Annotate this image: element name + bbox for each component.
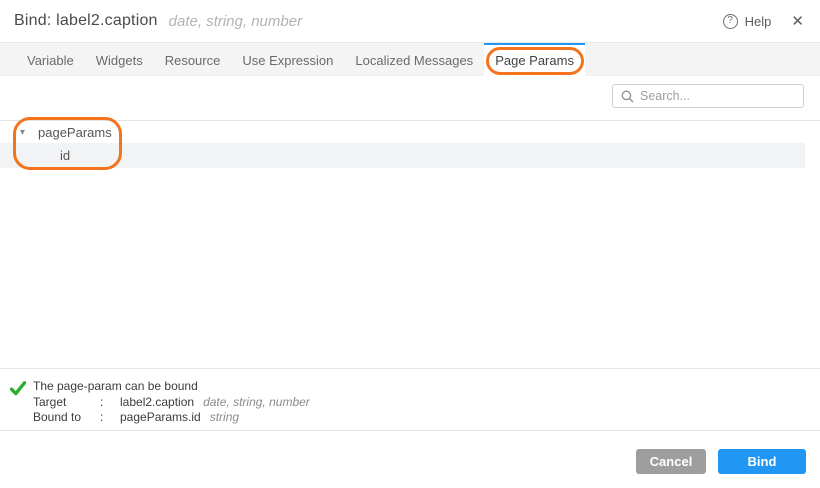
dialog-footer: Cancel Bind xyxy=(0,430,820,488)
tree-node-label: id xyxy=(60,148,70,163)
tree-node-pageparams[interactable]: ▾ pageParams xyxy=(0,121,820,143)
search-icon xyxy=(621,90,634,103)
tab-label: Page Params xyxy=(495,53,574,68)
tab-label: Variable xyxy=(27,53,74,68)
dialog-title: Bind: label2.caption xyxy=(14,12,158,30)
colon: : xyxy=(100,395,120,411)
binding-status-message: The page-param can be bound xyxy=(33,379,310,395)
help-question-icon: ? xyxy=(723,14,738,29)
success-check-icon xyxy=(10,381,33,401)
binding-target-row: Target : label2.caption date, string, nu… xyxy=(33,395,310,411)
cancel-button[interactable]: Cancel xyxy=(636,449,706,474)
target-value: label2.caption xyxy=(120,395,194,411)
bound-to-row: Bound to : pageParams.id string xyxy=(33,410,310,426)
tree-node-id[interactable]: id xyxy=(0,143,805,168)
tab-resource[interactable]: Resource xyxy=(154,43,232,75)
tab-label: Use Expression xyxy=(242,53,333,68)
colon: : xyxy=(100,410,120,426)
bind-dialog: Bind: label2.caption date, string, numbe… xyxy=(0,0,820,488)
bound-to-value: pageParams.id xyxy=(120,410,201,426)
tab-label: Widgets xyxy=(96,53,143,68)
bind-button[interactable]: Bind xyxy=(718,449,806,474)
close-icon[interactable]: ✕ xyxy=(789,12,806,30)
dialog-header: Bind: label2.caption date, string, numbe… xyxy=(0,0,820,43)
caret-down-icon[interactable]: ▾ xyxy=(20,127,38,138)
tab-label: Resource xyxy=(165,53,221,68)
header-actions: ? Help ✕ xyxy=(723,12,806,30)
dialog-subtitle: date, string, number xyxy=(169,13,302,30)
help-label: Help xyxy=(745,14,772,29)
bound-to-label: Bound to xyxy=(33,410,100,426)
target-label: Target xyxy=(33,395,100,411)
binding-info: The page-param can be bound Target : lab… xyxy=(0,368,820,430)
tab-label: Localized Messages xyxy=(355,53,473,68)
tab-variable[interactable]: Variable xyxy=(16,43,85,75)
tab-localized-messages[interactable]: Localized Messages xyxy=(344,43,484,75)
tab-bar: Variable Widgets Resource Use Expression… xyxy=(0,43,820,76)
tab-page-params[interactable]: Page Params xyxy=(484,43,585,76)
search-box xyxy=(612,84,804,108)
tab-widgets[interactable]: Widgets xyxy=(85,43,154,75)
tree-node-label: pageParams xyxy=(38,125,112,140)
bound-to-type: string xyxy=(201,410,310,426)
help-button[interactable]: ? Help xyxy=(723,14,772,29)
page-params-tree: ▾ pageParams id xyxy=(0,120,820,168)
target-type: date, string, number xyxy=(194,395,310,411)
binding-info-lines: The page-param can be bound Target : lab… xyxy=(33,379,310,426)
tab-use-expression[interactable]: Use Expression xyxy=(231,43,344,75)
search-input[interactable] xyxy=(640,89,795,103)
